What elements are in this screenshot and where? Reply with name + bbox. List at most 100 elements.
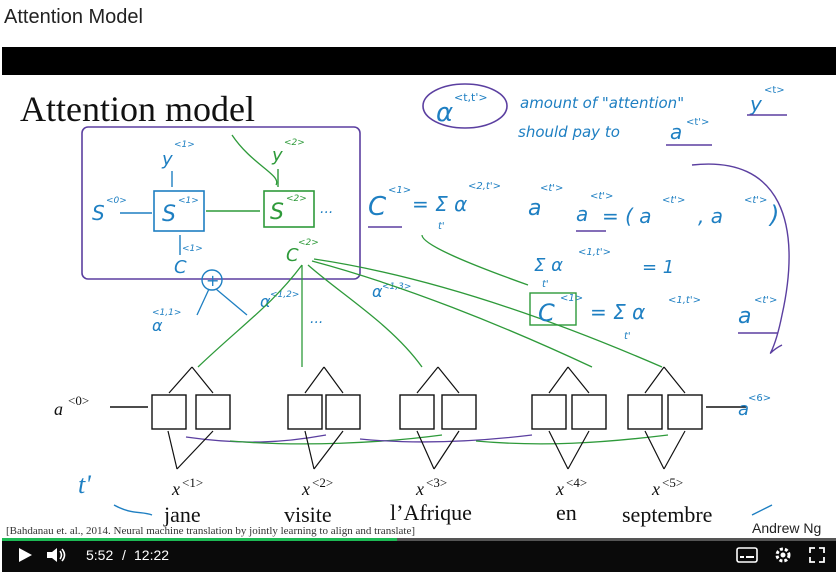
time-separator: /	[122, 547, 126, 563]
eq4-a: a	[738, 304, 751, 329]
eq1-sub: t'	[438, 221, 445, 232]
s0-label: S	[92, 201, 105, 225]
s2-sup: <2>	[286, 194, 307, 204]
eq3-rhs: = 1	[642, 257, 674, 278]
equations: C <1> = Σ α <2,t'> t' a <t'> a <t'> = ( …	[368, 163, 790, 354]
eq2-lhs-sup: <t'>	[590, 191, 613, 202]
c1-label: C	[174, 257, 187, 278]
alpha11-sup: <1,1>	[152, 308, 181, 318]
encoder-inputs: t' x <1> jane x <2> visite x <3> l’Afriq…	[78, 470, 773, 527]
eq4-sub: t'	[624, 331, 631, 342]
eq1-lhs: C	[368, 192, 387, 222]
alpha11-label: α	[152, 316, 163, 335]
y1-label: y	[161, 149, 173, 170]
eq4-rhs-sup: <1,t'>	[668, 295, 701, 306]
author-name: Andrew Ng	[752, 520, 822, 536]
eq2-rhs2: , a	[698, 204, 723, 228]
eq2-rhs-sup: <t'>	[662, 195, 685, 206]
player-controls: 5:52 / 12:22	[2, 538, 836, 572]
attention-note: α <t,t'> amount of "attention" y <t> sho…	[422, 83, 787, 146]
duration: 12:22	[134, 547, 170, 563]
note-y: y	[749, 92, 763, 116]
input-word-2: visite	[284, 502, 332, 527]
enc-box-5b	[667, 394, 703, 430]
eq3-sup: <1,t'>	[578, 247, 611, 258]
input-x-1: x	[171, 479, 180, 499]
eq3-sub: t'	[542, 279, 549, 290]
input-word-1: jane	[163, 502, 201, 527]
progress-fill	[2, 538, 398, 541]
volume-icon[interactable]	[46, 546, 68, 564]
note-a: a	[670, 120, 682, 144]
s1-label: S	[162, 202, 176, 227]
decoder-diagram: y <1> y <2> S <0> S <1> S <2> ... C <1> …	[92, 134, 663, 368]
alpha-label: α	[436, 98, 453, 128]
a6-sup: <6>	[748, 393, 771, 404]
enc-box-3a	[399, 394, 435, 430]
play-icon[interactable]	[16, 546, 34, 564]
c2-label: C	[286, 245, 299, 266]
enc-box-4b	[571, 394, 607, 430]
fullscreen-icon[interactable]	[808, 546, 826, 564]
eq4-lhs-sup: <1>	[560, 293, 583, 304]
eq3-text: Σ α	[534, 255, 563, 276]
note-line1: amount of "attention"	[520, 94, 684, 112]
input-word-4: en	[556, 500, 577, 525]
page-title: Attention Model	[4, 6, 143, 28]
eq2-rhs2-sup: <t'>	[744, 195, 767, 206]
eq1-lhs-sup: <1>	[388, 185, 411, 196]
enc-box-5a	[627, 394, 663, 430]
input-x-4: x	[555, 479, 564, 499]
eq1-rhs: = Σ α	[412, 192, 467, 216]
alpha12-sup: <1,2>	[270, 290, 299, 300]
input-x-5-sup: <5>	[662, 475, 683, 490]
slide-title: Attention model	[20, 89, 255, 129]
citation: [Bahdanau et. al., 2014. Neural machine …	[6, 525, 416, 537]
enc-box-2b	[325, 394, 361, 430]
eq1-a: a	[528, 196, 541, 221]
current-time: 5:52	[86, 547, 114, 563]
enc-box-4a	[531, 394, 567, 430]
settings-icon[interactable]	[774, 546, 792, 564]
enc-box-3b	[441, 394, 477, 430]
progress-bar[interactable]	[2, 538, 836, 541]
eq4-rhs: = Σ α	[590, 300, 645, 324]
captions-icon[interactable]	[736, 547, 758, 563]
a0-label: a	[54, 399, 63, 419]
note-line2: should pay to	[518, 123, 620, 141]
eq2-rhs: = ( a	[602, 204, 652, 228]
input-x-2: x	[301, 479, 310, 499]
input-x-3-sup: <3>	[426, 475, 447, 490]
input-x-4-sup: <4>	[566, 475, 587, 490]
input-x-2-sup: <2>	[312, 475, 333, 490]
input-word-5: septembre	[622, 502, 712, 527]
alpha-sup: <t,t'>	[454, 91, 488, 104]
eq2-close: )	[768, 201, 779, 229]
eq2-lhs: a	[576, 202, 588, 226]
decoder-dots: ...	[320, 201, 333, 217]
encoder: a <0> a <6>	[54, 366, 771, 470]
y1-sup: <1>	[174, 140, 195, 150]
eq1-rhs-sup: <2,t'>	[468, 181, 501, 192]
enc-box-2a	[287, 394, 323, 430]
alpha-dots: ...	[310, 311, 323, 327]
s0-sup: <0>	[106, 196, 127, 206]
eq1-a-sup: <t'>	[540, 183, 563, 194]
input-x-3: x	[415, 479, 424, 499]
c1-sup: <1>	[182, 244, 203, 254]
y2-label: y	[271, 145, 283, 166]
s2-label: S	[270, 200, 284, 225]
a0-sup: <0>	[68, 393, 89, 408]
s1-sup: <1>	[178, 196, 199, 206]
eq4-lhs: C	[538, 299, 555, 327]
sum-plus: +	[206, 271, 219, 290]
note-y-sup: <t>	[764, 85, 785, 96]
note-a-sup: <t'>	[686, 117, 709, 128]
eq4-a-sup: <t'>	[754, 295, 777, 306]
c2-sup: <2>	[298, 238, 319, 248]
enc-box-1a	[151, 394, 187, 430]
input-x-1-sup: <1>	[182, 475, 203, 490]
slide-frame: Attention model α <t,t'> amount of "atte…	[2, 75, 836, 538]
enc-box-1b	[195, 394, 231, 430]
input-x-5: x	[651, 479, 660, 499]
